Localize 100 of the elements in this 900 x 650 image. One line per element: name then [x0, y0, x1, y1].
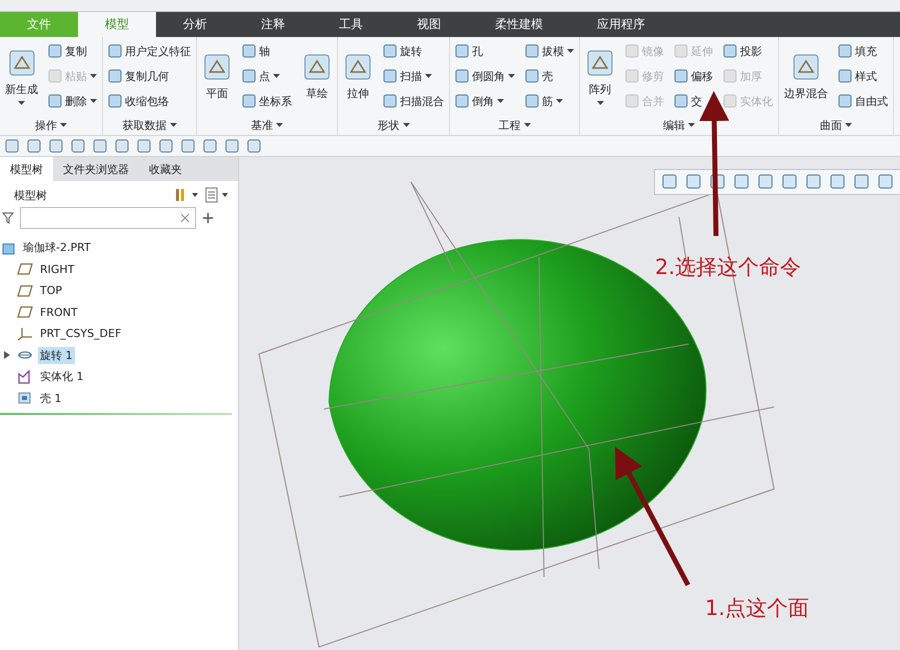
view-tool-icon[interactable] — [853, 173, 871, 191]
ribbon-button[interactable]: 填充 — [838, 40, 888, 62]
tree-item[interactable]: 壳 1 — [38, 390, 64, 407]
tool-icon — [48, 44, 62, 58]
ribbon-button[interactable]: 投影 — [723, 40, 773, 62]
ribbon-button[interactable]: 复制 — [48, 40, 97, 62]
ribbon-button[interactable]: 壳 — [525, 65, 574, 87]
ribbon-button[interactable]: 自由式 — [838, 90, 888, 112]
ribbon-button[interactable]: 交 — [674, 90, 713, 112]
clear-icon[interactable] — [181, 214, 189, 222]
ribbon-tab[interactable]: 视图 — [390, 12, 468, 37]
view-tool-icon[interactable] — [661, 173, 679, 191]
ribbon-button[interactable]: 样式 — [838, 65, 888, 87]
ribbon-button[interactable]: 删除 — [48, 90, 97, 112]
tool-icon — [674, 69, 688, 83]
ribbon-button[interactable]: 用户定义特征 — [108, 40, 191, 62]
tool-icon — [108, 44, 122, 58]
toolbar-icon[interactable] — [158, 138, 174, 154]
plus-icon[interactable] — [202, 212, 214, 224]
tree-item[interactable]: 旋转 1 — [38, 346, 74, 364]
tool-icon — [383, 94, 397, 108]
group-label[interactable]: 曲面 — [784, 115, 888, 135]
ribbon-button[interactable]: 坐标系 — [242, 90, 292, 112]
toolbar-icon[interactable] — [26, 138, 42, 154]
group-label[interactable]: 操作 — [5, 115, 97, 135]
ribbon-button[interactable]: 轴 — [242, 40, 292, 62]
tool-icon — [242, 94, 256, 108]
tool-icon — [48, 94, 62, 108]
ribbon-button[interactable]: 旋转 — [383, 40, 444, 62]
view-tool-icon[interactable] — [805, 173, 823, 191]
toolbar-icon[interactable] — [70, 138, 86, 154]
tree-item[interactable]: FRONT — [38, 304, 80, 320]
ribbon-button[interactable]: 偏移 — [674, 65, 713, 87]
ribbon-button[interactable]: 筋 — [525, 90, 574, 112]
ribbon-tab[interactable]: 模型 — [78, 12, 156, 37]
ribbon-button[interactable]: 孔 — [455, 40, 515, 62]
tree-item[interactable]: TOP — [38, 283, 64, 298]
shell-icon — [17, 391, 33, 406]
group-label[interactable]: 编辑 — [585, 115, 773, 135]
view-tool-icon[interactable] — [877, 173, 895, 191]
tool-icon — [455, 69, 469, 83]
ribbon-button[interactable]: 扫描混合 — [383, 90, 444, 112]
ribbon-button[interactable]: 阵列 — [585, 40, 615, 112]
panel-tab[interactable]: 文件夹浏览器 — [53, 157, 139, 181]
ribbon-button[interactable]: 复制几何 — [108, 65, 191, 87]
panel-title: 模型树 — [14, 188, 48, 202]
ribbon-tab[interactable]: 应用程序 — [570, 12, 672, 37]
tool-icon — [383, 69, 397, 83]
toolbar-icon[interactable] — [224, 138, 240, 154]
toolbar-icon[interactable] — [246, 138, 262, 154]
group-label[interactable]: 形状 — [343, 115, 444, 135]
group-label[interactable]: 工程 — [455, 115, 574, 135]
view-tool-icon[interactable] — [757, 173, 775, 191]
toolbar-icon[interactable] — [180, 138, 196, 154]
tool-icon — [455, 44, 469, 58]
view-tool-icon[interactable] — [685, 173, 703, 191]
ribbon-button[interactable]: 边界混合 — [784, 40, 828, 112]
tree-item[interactable]: RIGHT — [38, 262, 76, 277]
part-icon — [2, 240, 16, 255]
ribbon-tab[interactable]: 柔性建模 — [468, 12, 570, 37]
ribbon-button[interactable]: 收缩包络 — [108, 90, 191, 112]
ribbon-button[interactable]: 拉伸 — [343, 40, 373, 112]
ribbon-button[interactable]: 草绘 — [302, 40, 332, 112]
filter-icon[interactable] — [2, 212, 14, 224]
ribbon-button[interactable]: 点 — [242, 65, 292, 87]
ribbon-button[interactable]: 拔模 — [525, 40, 574, 62]
tools-icon[interactable] — [174, 187, 200, 203]
tool-icon — [838, 69, 852, 83]
group-label[interactable]: 获取数据 — [108, 115, 191, 135]
ribbon-button[interactable]: 扫描 — [383, 65, 444, 87]
ribbon-tab[interactable]: 分析 — [156, 12, 234, 37]
ribbon-tab[interactable]: 工具 — [312, 12, 390, 37]
toolbar-icon[interactable] — [48, 138, 64, 154]
search-field[interactable] — [20, 207, 196, 229]
ribbon-tab[interactable]: 注释 — [234, 12, 312, 37]
view-tool-icon[interactable] — [829, 173, 847, 191]
view-tool-icon[interactable] — [781, 173, 799, 191]
ribbon-button[interactable]: 倒圆角 — [455, 65, 515, 87]
group-label[interactable]: 基准 — [202, 115, 332, 135]
tool-icon — [723, 44, 737, 58]
panel-tab[interactable]: 模型树 — [0, 157, 53, 181]
ribbon-button[interactable]: 倒角 — [455, 90, 515, 112]
panel-tab[interactable]: 收藏夹 — [139, 157, 192, 181]
tree-item[interactable]: PRT_CSYS_DEF — [38, 326, 124, 342]
tree-item[interactable]: 瑜伽球-2.PRT — [21, 239, 93, 256]
tree-item[interactable]: 实体化 1 — [38, 368, 86, 386]
expand-icon[interactable] — [2, 351, 12, 360]
toolbar-icon[interactable] — [4, 138, 20, 154]
view-tool-icon[interactable] — [733, 173, 751, 191]
ribbon-button[interactable]: 平面 — [202, 40, 232, 112]
tool-icon — [838, 94, 852, 108]
toolbar-icon[interactable] — [114, 138, 130, 154]
caret-icon — [60, 123, 67, 127]
toolbar-icon[interactable] — [202, 138, 218, 154]
tool-icon — [108, 94, 122, 108]
toolbar-icon[interactable] — [136, 138, 152, 154]
toolbar-icon[interactable] — [92, 138, 108, 154]
ribbon-button[interactable]: 新生成 — [5, 40, 38, 112]
list-icon[interactable] — [204, 187, 230, 203]
tool-icon — [302, 52, 332, 82]
